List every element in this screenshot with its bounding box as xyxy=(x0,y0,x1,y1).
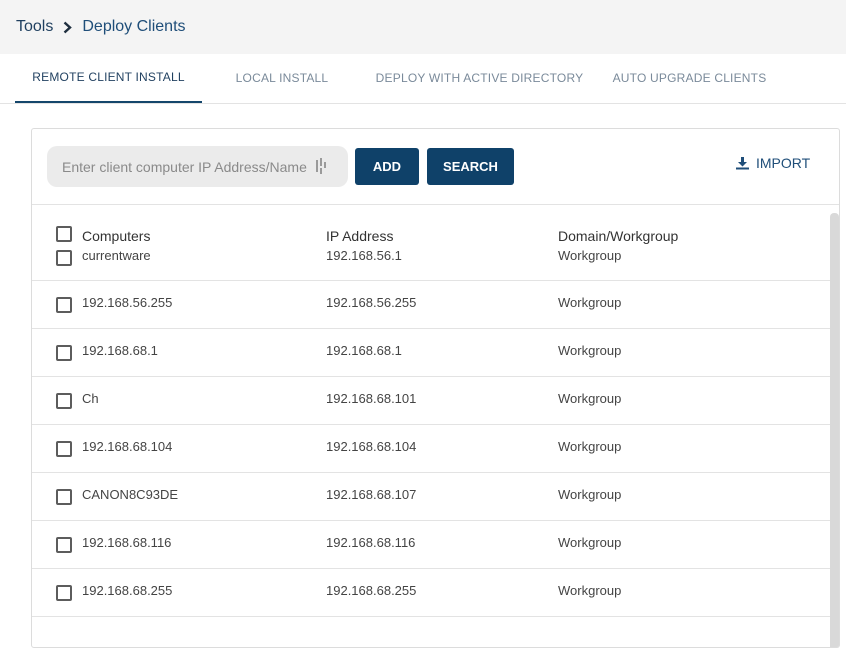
domain: Workgroup xyxy=(558,535,622,550)
ip-address: 192.168.56.1 xyxy=(326,248,402,263)
ip-address: 192.168.68.107 xyxy=(326,487,417,502)
vertical-scrollbar[interactable] xyxy=(830,213,839,647)
tab-local-install[interactable]: LOCAL INSTALL xyxy=(202,53,362,103)
download-icon xyxy=(736,156,749,169)
computer-name: 192.168.68.1 xyxy=(82,343,158,358)
domain: Workgroup xyxy=(558,439,622,454)
client-search-input[interactable] xyxy=(62,158,312,175)
computer-name: currentware xyxy=(82,248,151,263)
row-checkbox[interactable] xyxy=(56,441,72,457)
domain: Workgroup xyxy=(558,391,622,406)
row-checkbox[interactable] xyxy=(56,250,72,266)
select-all-checkbox[interactable] xyxy=(56,226,72,242)
table-row[interactable]: CANON8C93DE 192.168.68.107 Workgroup xyxy=(32,473,831,521)
computer-name: 192.168.56.255 xyxy=(82,295,173,310)
search-button[interactable]: SEARCH xyxy=(427,148,514,185)
ip-address: 192.168.68.104 xyxy=(326,439,417,454)
row-checkbox[interactable] xyxy=(56,297,72,313)
row-checkbox[interactable] xyxy=(56,345,72,361)
import-label: IMPORT xyxy=(756,155,811,171)
domain: Workgroup xyxy=(558,583,622,598)
tab-bar: REMOTE CLIENT INSTALL LOCAL INSTALL DEPL… xyxy=(0,54,846,104)
table-row[interactable]: 192.168.68.1 192.168.68.1 Workgroup xyxy=(32,329,831,377)
domain: Workgroup xyxy=(558,487,622,502)
row-checkbox[interactable] xyxy=(56,489,72,505)
top-header: Tools Deploy Clients xyxy=(0,0,846,54)
computer-name: 192.168.68.116 xyxy=(82,535,172,550)
header-computers: Computers xyxy=(82,228,151,244)
chevron-right-icon xyxy=(63,21,73,34)
breadcrumb-current: Deploy Clients xyxy=(82,18,186,35)
add-button[interactable]: ADD xyxy=(355,148,419,185)
row-checkbox[interactable] xyxy=(56,537,72,553)
ip-address: 192.168.56.255 xyxy=(326,295,417,310)
row-checkbox[interactable] xyxy=(56,393,72,409)
computer-name: 192.168.68.255 xyxy=(82,583,173,598)
table-row[interactable]: Ch 192.168.68.101 Workgroup xyxy=(32,377,831,425)
breadcrumb-root[interactable]: Tools xyxy=(16,18,53,36)
computer-name: CANON8C93DE xyxy=(82,487,179,502)
computer-name: 192.168.68.104 xyxy=(82,439,173,454)
remote-install-panel: ADD SEARCH IMPORT Computers IP Address D… xyxy=(31,128,840,648)
tab-auto-upgrade-clients[interactable]: AUTO UPGRADE CLIENTS xyxy=(597,53,782,103)
import-button[interactable]: IMPORT xyxy=(736,155,810,171)
ip-address: 192.168.68.255 xyxy=(326,583,417,598)
clients-table: Computers IP Address Domain/Workgroup cu… xyxy=(32,205,831,617)
computer-name: Ch xyxy=(82,391,99,406)
table-row[interactable]: 192.168.68.104 192.168.68.104 Workgroup xyxy=(32,425,831,473)
table-row[interactable]: 192.168.56.255 192.168.56.255 Workgroup xyxy=(32,281,831,329)
ip-address: 192.168.68.116 xyxy=(326,535,416,550)
table-header: Computers IP Address Domain/Workgroup xyxy=(32,205,831,252)
domain: Workgroup xyxy=(558,343,622,358)
domain: Workgroup xyxy=(558,295,622,310)
tab-deploy-with-active-directory[interactable]: DEPLOY WITH ACTIVE DIRECTORY xyxy=(362,53,597,103)
tab-remote-client-install[interactable]: REMOTE CLIENT INSTALL xyxy=(15,53,202,103)
keyboard-icon xyxy=(316,158,328,174)
table-row[interactable]: 192.168.68.116 192.168.68.116 Workgroup xyxy=(32,521,831,569)
ip-address: 192.168.68.1 xyxy=(326,343,402,358)
ip-address: 192.168.68.101 xyxy=(326,391,417,406)
table-row[interactable]: 192.168.68.255 192.168.68.255 Workgroup xyxy=(32,569,831,617)
row-checkbox[interactable] xyxy=(56,585,72,601)
search-box xyxy=(47,146,348,187)
domain: Workgroup xyxy=(558,248,622,263)
header-ip-address: IP Address xyxy=(326,228,394,244)
table-row[interactable]: currentware 192.168.56.1 Workgroup xyxy=(32,248,831,281)
header-domain: Domain/Workgroup xyxy=(558,228,679,244)
